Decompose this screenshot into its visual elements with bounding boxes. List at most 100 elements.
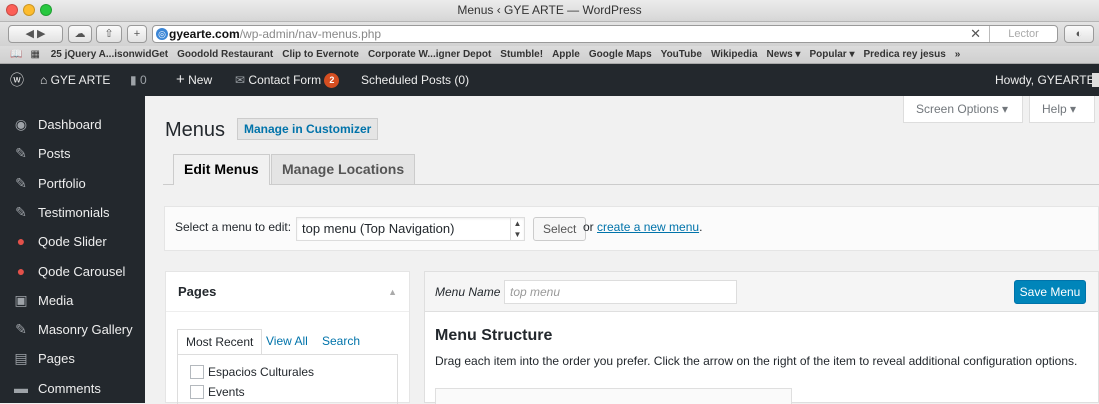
- plus-icon: +: [176, 71, 185, 88]
- sidebar-item-pages[interactable]: ▤ Pages: [0, 344, 145, 373]
- new-content-link[interactable]: + New: [176, 64, 212, 96]
- list-item[interactable]: Events: [190, 385, 245, 399]
- clear-url-icon[interactable]: ✕: [970, 26, 981, 42]
- zoom-window-button[interactable]: [40, 4, 52, 16]
- pin-icon: ✎: [15, 145, 27, 162]
- menu-structure-help: Drag each item into the order you prefer…: [435, 354, 1078, 368]
- contact-form-link[interactable]: ✉ Contact Form 2: [235, 64, 340, 96]
- sidebar-item-label: Portfolio: [38, 175, 86, 191]
- bookmark-item[interactable]: Wikipedia: [711, 49, 758, 60]
- help-button[interactable]: Help ▾: [1029, 96, 1095, 123]
- menu-item[interactable]: [435, 388, 792, 404]
- sidebar-item-label: Masonry Gallery: [38, 322, 133, 338]
- bookmark-item[interactable]: Popular ▾: [809, 49, 854, 60]
- page-title: Menus: [165, 119, 226, 141]
- menu-select-box: Select a menu to edit: top menu (Top Nav…: [164, 206, 1099, 251]
- qode-icon: ●: [16, 233, 26, 250]
- list-item[interactable]: Espacios Culturales: [190, 365, 314, 379]
- extension-icon[interactable]: ◐: [1064, 25, 1094, 43]
- bookmark-item[interactable]: Google Maps: [589, 49, 652, 60]
- page-checkbox[interactable]: [190, 385, 204, 399]
- select-menu-label: Select a menu to edit:: [175, 220, 292, 234]
- select-arrows-icon: ▲ ▼: [510, 218, 524, 240]
- icloud-icon[interactable]: ☁: [68, 25, 92, 43]
- top-sites-icon[interactable]: ▦: [30, 49, 39, 60]
- sidebar-item-comments[interactable]: ▬ Comments: [0, 374, 145, 403]
- qode-icon: ●: [16, 262, 26, 279]
- bookmark-item[interactable]: Goodold Restaurant: [177, 49, 273, 60]
- comment-icon: ▮: [130, 73, 137, 87]
- window-controls: [6, 4, 52, 16]
- tab-most-recent[interactable]: Most Recent: [177, 329, 263, 355]
- avatar[interactable]: [1092, 73, 1099, 87]
- url-path: /wp-admin/nav-menus.php: [239, 27, 382, 41]
- sidebar-item-label: Qode Carousel: [38, 263, 126, 279]
- menu-name-input[interactable]: top menu: [504, 280, 737, 304]
- sidebar-item-media[interactable]: ▣ Media: [0, 286, 145, 315]
- create-new-menu-link[interactable]: create a new menu: [597, 220, 699, 234]
- reader-button[interactable]: Lector: [989, 26, 1057, 42]
- home-icon: ⌂: [40, 73, 48, 87]
- bookmark-item[interactable]: Stumble!: [500, 49, 543, 60]
- close-window-button[interactable]: [6, 4, 18, 16]
- create-menu-text: or create a new menu.: [583, 220, 702, 234]
- sidebar-item-qode-carousel[interactable]: ● Qode Carousel: [0, 257, 145, 286]
- pin-icon: ✎: [15, 174, 27, 191]
- menu-header: Menu Name top menu Save Menu: [425, 272, 1098, 312]
- globe-icon: ◎: [156, 28, 168, 40]
- save-menu-button[interactable]: Save Menu: [1014, 280, 1086, 304]
- bookmark-item[interactable]: Apple: [552, 49, 580, 60]
- screen-options-button[interactable]: Screen Options ▾: [903, 96, 1023, 123]
- select-button[interactable]: Select: [533, 217, 587, 241]
- bookmark-item[interactable]: Predica rey jesus: [863, 49, 945, 60]
- pages-checklist: Espacios Culturales Events: [177, 354, 398, 404]
- tab-edit-menus[interactable]: Edit Menus: [173, 154, 270, 185]
- bookmarks-icon[interactable]: 📖: [10, 49, 22, 60]
- sidebar-item-qode-slider[interactable]: ● Qode Slider: [0, 227, 145, 256]
- sidebar-item-portfolio[interactable]: ✎ Portfolio: [0, 169, 145, 198]
- comments-count: 0: [139, 73, 147, 87]
- bookmark-item[interactable]: News ▾: [767, 49, 801, 60]
- contact-badge: 2: [324, 73, 340, 88]
- address-bar[interactable]: ◎ gyearte.com/wp-admin/nav-menus.php ✕ L…: [152, 25, 1058, 43]
- scheduled-posts-link[interactable]: Scheduled Posts (0): [361, 64, 469, 96]
- sidebar-item-dashboard[interactable]: ◉ Dashboard: [0, 110, 145, 139]
- collapse-arrow-icon[interactable]: ▲: [388, 272, 397, 312]
- bookmark-item[interactable]: 25 jQuery A...isonwidGet: [51, 49, 168, 60]
- admin-sidebar: ◉ Dashboard ✎ Posts ✎ Portfolio ✎ Testimonials ●…: [0, 96, 145, 403]
- tab-manage-locations[interactable]: Manage Locations: [271, 154, 416, 184]
- sidebar-item-testimonials[interactable]: ✎ Testimonials: [0, 198, 145, 227]
- new-tab-button[interactable]: +: [127, 25, 147, 43]
- site-name-link[interactable]: ⌂ GYE ARTE: [40, 64, 110, 96]
- bookmark-item[interactable]: Corporate W...igner Depot: [368, 49, 491, 60]
- dashboard-icon: ◉: [14, 116, 28, 132]
- pages-metabox-header[interactable]: Pages ▲: [166, 272, 409, 312]
- bookmarks-bar: 📖 ▦ 25 jQuery A...isonwidGet Goodold Resta…: [0, 46, 1099, 64]
- comments-link[interactable]: ▮ 0: [130, 64, 147, 96]
- menu-select-value: top menu (Top Navigation): [302, 221, 455, 236]
- page-label: Espacios Culturales: [208, 365, 315, 379]
- bookmark-item[interactable]: Clip to Evernote: [282, 49, 359, 60]
- sidebar-item-label: Qode Slider: [38, 234, 107, 250]
- sidebar-item-posts[interactable]: ✎ Posts: [0, 139, 145, 168]
- pin-icon: ✎: [15, 203, 27, 220]
- period-text: .: [699, 220, 703, 234]
- wordpress-logo-icon[interactable]: ⓦ: [10, 64, 24, 96]
- menu-select-dropdown[interactable]: top menu (Top Navigation) ▲ ▼: [296, 217, 525, 241]
- manage-in-customizer-button[interactable]: Manage in Customizer: [237, 118, 379, 140]
- bookmark-item[interactable]: YouTube: [661, 49, 702, 60]
- back-forward-buttons[interactable]: ◀ ▶: [8, 25, 63, 43]
- bookmark-item[interactable]: »: [955, 49, 961, 60]
- tab-view-all[interactable]: View All: [258, 329, 316, 355]
- url-host: gyearte.com: [169, 27, 240, 41]
- minimize-window-button[interactable]: [23, 4, 35, 16]
- tab-search[interactable]: Search: [314, 329, 368, 355]
- share-icon[interactable]: ⇧: [96, 25, 122, 43]
- sidebar-item-label: Testimonials: [38, 204, 110, 220]
- page-checkbox[interactable]: [190, 365, 204, 379]
- howdy-link[interactable]: Howdy, GYEARTE: [995, 64, 1095, 96]
- main-content: Screen Options ▾ Help ▾ Menus Manage in …: [145, 96, 1099, 404]
- page-label: Events: [208, 385, 245, 399]
- browser-toolbar: ◀ ▶ ☁ ⇧ + ◎ gyearte.com/wp-admin/nav-men…: [0, 22, 1099, 46]
- sidebar-item-masonry-gallery[interactable]: ✎ Masonry Gallery: [0, 315, 145, 344]
